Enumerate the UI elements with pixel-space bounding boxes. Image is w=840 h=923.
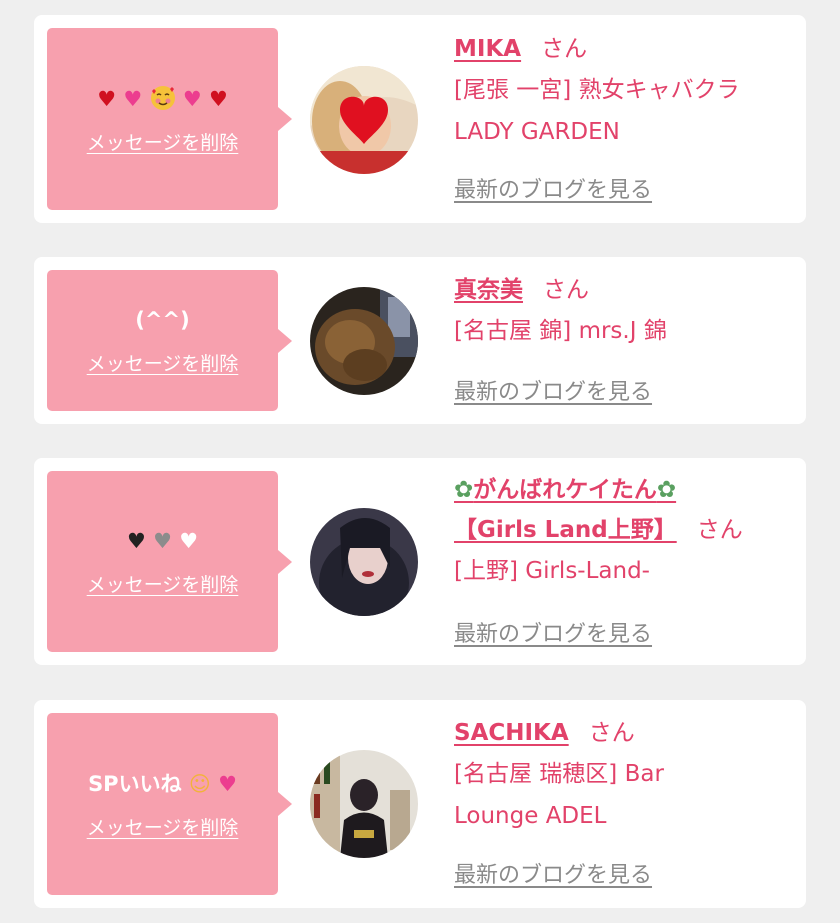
name-line: SACHIKA さん — [454, 713, 799, 753]
profile-name-link[interactable]: 【Girls Land上野】 — [454, 517, 677, 543]
profile-name-link[interactable]: SACHIKA — [454, 720, 569, 746]
heart-icon: ♥ — [97, 86, 117, 111]
delete-message-link[interactable]: メッセージを削除 — [87, 813, 239, 840]
name-line: MIKA さん — [454, 29, 799, 69]
shop-info-line: LADY GARDEN — [454, 119, 620, 145]
fairy-icon: ✿ — [454, 477, 474, 503]
avatar[interactable] — [310, 66, 418, 174]
shop-info-line: [尾張 一宮] 熟女キャバクラ — [454, 77, 740, 103]
name-line: ✿がんばれケイたん✿ — [454, 470, 799, 510]
delete-message-link[interactable]: メッセージを削除 — [87, 349, 239, 376]
latest-blog-link[interactable]: 最新のブログを見る — [454, 374, 652, 406]
message-text: ♥ ♥ ♥ ♥ — [97, 84, 228, 114]
message-text: SPいいね ☺ ♥ — [88, 769, 237, 799]
avatar[interactable] — [310, 287, 418, 395]
message-card: ♥ ♥ ♥ メッセージを削除 ✿がんばれケイたん✿ 【Girls Land上野】… — [34, 458, 806, 665]
grey-heart-icon: ♥ — [153, 529, 172, 553]
latest-blog-link[interactable]: 最新のブログを見る — [454, 172, 652, 204]
fairy-icon: ✿ — [656, 477, 677, 503]
message-bubble: SPいいね ☺ ♥ メッセージを削除 — [47, 713, 292, 895]
baby-angel-icon: ☺ — [188, 771, 211, 796]
message-text-content: SPいいね — [88, 771, 182, 796]
message-card: (^^) メッセージを削除 真奈美 さん [名古屋 錦] mrs.J 錦 最新のブ… — [34, 257, 806, 424]
delete-message-link[interactable]: メッセージを削除 — [87, 570, 239, 597]
message-bubble: ♥ ♥ ♥ ♥ メッセージを削除 — [47, 28, 292, 210]
message-bubble: ♥ ♥ ♥ メッセージを削除 — [47, 471, 292, 652]
delete-message-link[interactable]: メッセージを削除 — [87, 128, 239, 155]
message-card: SPいいね ☺ ♥ メッセージを削除 SACHIKA さん [名古屋 瑞穂区] B… — [34, 700, 806, 908]
name-line: 【Girls Land上野】 さん — [454, 510, 799, 550]
honorific-label: さん — [541, 36, 588, 62]
black-heart-icon: ♥ — [126, 529, 146, 553]
profile-name-text: がんばれケイたん — [473, 477, 657, 503]
two-hearts-icon: ♥ — [182, 86, 202, 111]
profile-name-link[interactable]: 真奈美 — [454, 277, 523, 303]
message-bubble: (^^) メッセージを削除 — [47, 270, 292, 411]
message-text: (^^) — [135, 308, 190, 332]
shop-info-line: [名古屋 錦] mrs.J 錦 — [454, 318, 667, 344]
profile-info: ✿がんばれケイたん✿ 【Girls Land上野】 さん [上野] Girls-L… — [454, 470, 799, 592]
profile-info: SACHIKA さん [名古屋 瑞穂区] Bar Lounge ADEL — [454, 713, 799, 837]
smiling-face-with-hearts-icon — [150, 85, 175, 110]
honorific-label: さん — [588, 720, 635, 746]
honorific-label: さん — [543, 277, 589, 303]
honorific-label: さん — [696, 517, 743, 543]
avatar[interactable] — [310, 508, 418, 616]
white-heart-icon: ♥ — [179, 529, 199, 553]
message-text: ♥ ♥ ♥ — [127, 526, 198, 556]
heart-with-ribbon-icon: ♥ — [218, 771, 237, 796]
name-line: 真奈美 さん — [454, 270, 799, 310]
shop-info-line: Lounge ADEL — [454, 803, 607, 829]
profile-name-link[interactable]: ✿がんばれケイたん✿ — [454, 477, 676, 503]
shop-info-line: [名古屋 瑞穂区] Bar — [454, 761, 664, 787]
profile-info: MIKA さん [尾張 一宮] 熟女キャバクラ LADY GARDEN — [454, 29, 799, 153]
two-hearts-icon: ♥ — [123, 86, 143, 111]
shop-info-line: [上野] Girls-Land- — [454, 558, 650, 584]
avatar[interactable] — [310, 750, 418, 858]
latest-blog-link[interactable]: 最新のブログを見る — [454, 616, 652, 648]
message-card: ♥ ♥ ♥ ♥ メッセージを削除 MIKA さん [尾張 一宮] 熟女キャバクラ… — [34, 15, 806, 223]
heart-icon: ♥ — [208, 86, 228, 111]
profile-info: 真奈美 さん [名古屋 錦] mrs.J 錦 — [454, 270, 799, 352]
profile-name-link[interactable]: MIKA — [454, 36, 521, 62]
latest-blog-link[interactable]: 最新のブログを見る — [454, 857, 652, 889]
